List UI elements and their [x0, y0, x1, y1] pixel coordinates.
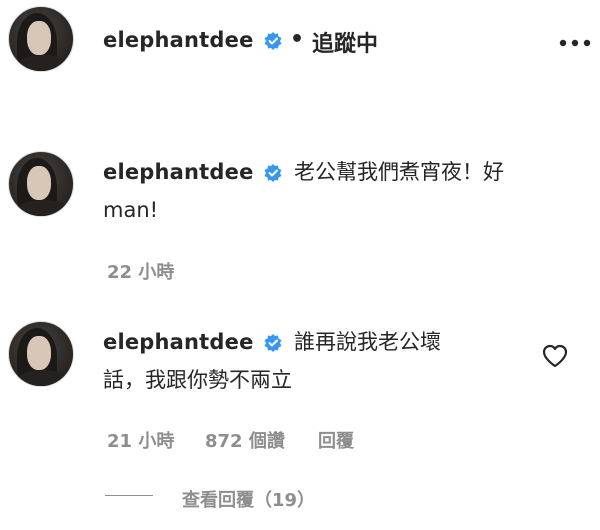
view-replies-button[interactable]: 查看回覆（19） — [182, 486, 315, 512]
comment-avatar[interactable] — [8, 321, 74, 387]
verified-badge-icon — [264, 334, 282, 352]
comment-text-line-2: man! — [103, 198, 159, 222]
comment-avatar[interactable] — [8, 151, 74, 217]
verified-badge-icon — [264, 32, 282, 50]
verified-badge-icon — [264, 164, 282, 182]
comment-timestamp: 21 小時 — [107, 431, 175, 452]
like-heart-icon[interactable] — [541, 343, 569, 369]
reply-button[interactable]: 回覆 — [318, 427, 354, 453]
view-replies-divider — [105, 495, 153, 496]
comment-username[interactable]: elephantdee — [103, 160, 254, 184]
more-options-icon[interactable] — [558, 38, 592, 48]
avatar-face — [27, 336, 51, 370]
comment-timestamp: 22 小時 — [107, 262, 175, 283]
comment-text-line-2: 話，我跟你勢不兩立 — [103, 368, 292, 392]
header-username[interactable]: elephantdee — [103, 28, 254, 52]
comment-likes-count[interactable]: 872 個讚 — [205, 427, 285, 453]
comment-text-line-1: 誰再說我老公壞 — [294, 330, 441, 354]
header-avatar[interactable] — [8, 6, 74, 72]
header-separator-dot: • — [290, 27, 305, 52]
avatar-face — [27, 166, 51, 200]
following-button[interactable]: 追蹤中 — [312, 26, 378, 58]
comment-text-line-1: 老公幫我們煮宵夜！好 — [294, 160, 504, 184]
comment-username[interactable]: elephantdee — [103, 330, 254, 354]
avatar-face — [27, 21, 51, 55]
